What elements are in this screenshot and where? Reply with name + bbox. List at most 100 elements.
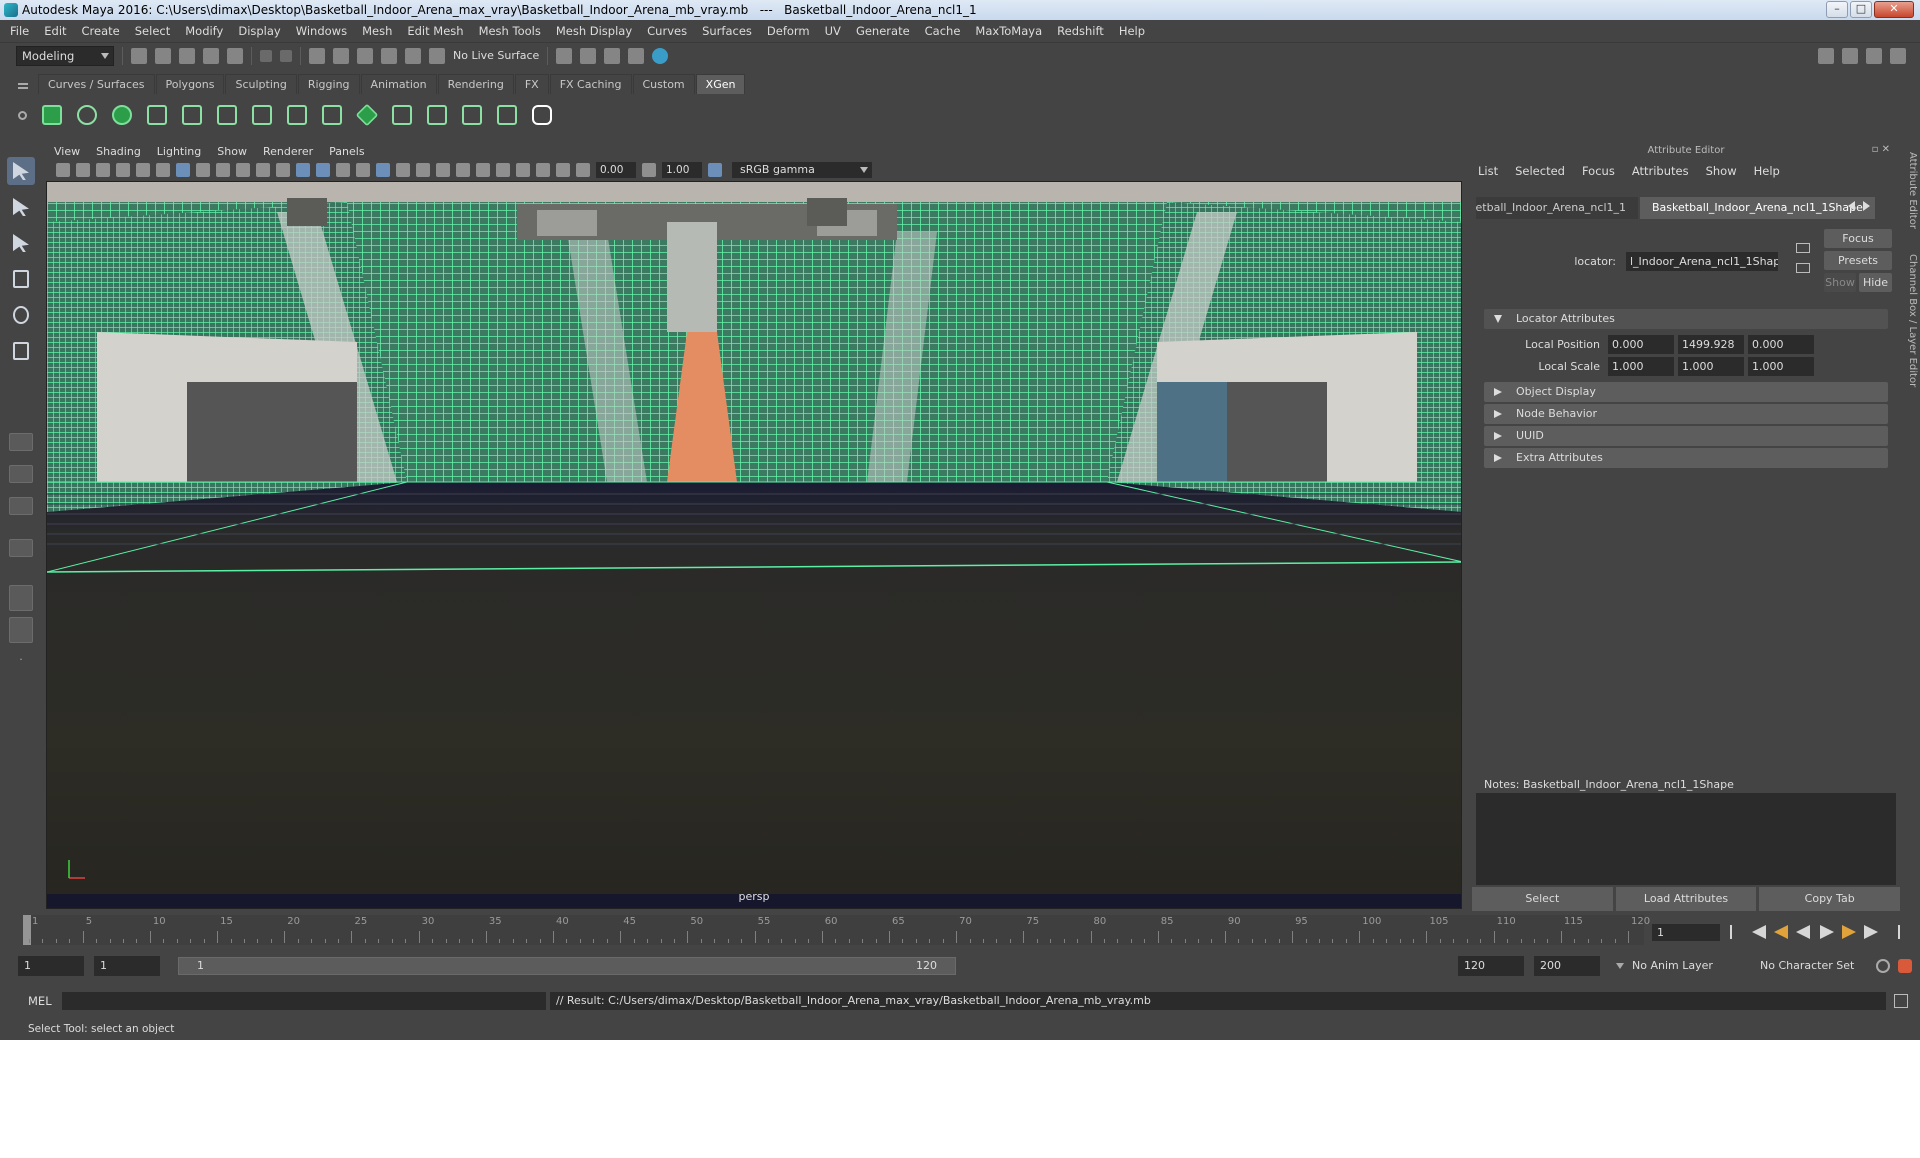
use-default-material-icon[interactable] — [336, 163, 350, 177]
float-close-icons[interactable]: ▫ ✕ — [1872, 144, 1890, 155]
render-settings-icon[interactable] — [628, 47, 645, 64]
node-name-field[interactable]: l_Indoor_Arena_ncl1_1Shape — [1626, 252, 1778, 271]
menu-help[interactable]: Help — [1119, 24, 1145, 38]
snap-curve-icon[interactable] — [333, 47, 349, 64]
section-extra-attributes[interactable]: Extra Attributes — [1484, 448, 1888, 468]
exposure-icon[interactable] — [576, 163, 590, 177]
step-forward-frame-icon[interactable] — [1864, 925, 1878, 939]
ae-menu-selected[interactable]: Selected — [1515, 164, 1565, 178]
menu-maxtomaya[interactable]: MaxToMaya — [975, 24, 1042, 38]
tool-settings-icon[interactable] — [1866, 47, 1882, 64]
gamma-field[interactable]: 1.00 — [662, 162, 702, 178]
ae-tab-transform[interactable]: Basketball_Indoor_Arena_ncl1_1 — [1476, 197, 1638, 219]
ae-load-attributes-button[interactable]: Load Attributes — [1615, 887, 1757, 911]
range-slider[interactable]: 1 120 — [178, 957, 956, 975]
xgen-layer-icon[interactable] — [353, 101, 381, 129]
make-live-icon[interactable] — [405, 47, 421, 64]
ae-menu-focus[interactable]: Focus — [1582, 164, 1615, 178]
menu-curves[interactable]: Curves — [647, 24, 687, 38]
menu-surfaces[interactable]: Surfaces — [702, 24, 752, 38]
snap-view-plane-icon[interactable] — [381, 47, 397, 64]
shelf-tab-custom[interactable]: Custom — [632, 74, 695, 94]
xgen-lock-length-icon[interactable] — [283, 101, 311, 129]
character-set-select[interactable]: No Character Set — [1754, 956, 1872, 976]
section-object-display[interactable]: Object Display — [1484, 382, 1888, 402]
menu-deform[interactable]: Deform — [767, 24, 810, 38]
lasso-tool-icon[interactable] — [7, 193, 35, 221]
animation-end-field[interactable]: 200 — [1534, 956, 1600, 976]
xgen-delete-guide-icon[interactable] — [493, 101, 521, 129]
shelf-tab-fx-caching[interactable]: FX Caching — [549, 74, 632, 94]
xgen-primitive-icon[interactable] — [73, 101, 101, 129]
menu-set-select[interactable]: Modeling — [16, 45, 114, 66]
arrow-right-icon[interactable] — [1863, 201, 1870, 211]
anim-preferences-icon[interactable] — [1898, 959, 1912, 973]
step-back-key-icon[interactable] — [1774, 925, 1788, 939]
scale-tool-icon[interactable] — [7, 337, 35, 365]
save-scene-icon[interactable] — [179, 47, 195, 64]
menu-file[interactable]: File — [10, 24, 29, 38]
anim-layer-select[interactable]: No Anim Layer — [1616, 956, 1736, 976]
xgen-description-icon[interactable] — [108, 101, 136, 129]
more-layouts-icon[interactable]: · — [9, 654, 33, 669]
ipr-render-icon[interactable] — [604, 47, 621, 64]
playback-end-field[interactable]: 120 — [1458, 956, 1524, 976]
menu-cache[interactable]: Cache — [925, 24, 961, 38]
ae-tab-shape[interactable]: Basketball_Indoor_Arena_ncl1_1Shape — [1640, 197, 1875, 219]
ae-menu-list[interactable]: List — [1478, 164, 1498, 178]
animation-start-field[interactable]: 1 — [18, 956, 84, 976]
command-input[interactable] — [62, 992, 546, 1010]
xray-icon[interactable] — [516, 163, 530, 177]
resolution-gate-icon[interactable] — [216, 163, 230, 177]
xgen-editor-icon[interactable] — [38, 101, 66, 129]
ae-select-button[interactable]: Select — [1472, 887, 1613, 911]
xgen-logo-icon[interactable] — [528, 101, 556, 129]
local-position-y[interactable]: 1499.928 — [1678, 335, 1744, 354]
menu-create[interactable]: Create — [82, 24, 120, 38]
current-frame-field[interactable]: 1 — [1652, 924, 1720, 941]
perspective-viewport[interactable]: persp — [46, 181, 1462, 909]
new-scene-icon[interactable] — [131, 47, 147, 64]
menu-mesh[interactable]: Mesh — [362, 24, 392, 38]
hypershade-icon[interactable] — [652, 47, 669, 64]
local-position-x[interactable]: 0.000 — [1608, 335, 1674, 354]
viewport-menu-renderer[interactable]: Renderer — [263, 145, 313, 158]
xgen-add-guide-icon[interactable] — [213, 101, 241, 129]
textured-icon[interactable] — [376, 163, 390, 177]
attribute-editor-toggle-icon[interactable] — [1842, 47, 1858, 64]
xgen-scale-guide-icon[interactable] — [318, 101, 346, 129]
graph-editor-layout-icon[interactable] — [9, 585, 33, 611]
single-perspective-layout-icon[interactable] — [9, 433, 33, 451]
undo-icon[interactable] — [203, 47, 219, 64]
motion-blur-icon[interactable] — [456, 163, 470, 177]
play-backwards-icon[interactable] — [1796, 925, 1810, 939]
node-input-icon[interactable] — [1796, 263, 1810, 273]
wireframe-icon[interactable] — [296, 163, 310, 177]
viewport-menu-shading[interactable]: Shading — [96, 145, 141, 158]
ae-focus-button[interactable]: Focus — [1824, 229, 1892, 248]
menu-redshift[interactable]: Redshift — [1057, 24, 1104, 38]
use-all-lights-icon[interactable] — [396, 163, 410, 177]
gamma-icon[interactable] — [642, 163, 656, 177]
command-language-label[interactable]: MEL — [28, 990, 52, 1012]
viewport-menu-view[interactable]: View — [54, 145, 80, 158]
shelf-tab-sculpting[interactable]: Sculpting — [225, 74, 297, 94]
four-view-layout-icon[interactable] — [9, 465, 33, 483]
grease-pencil-icon[interactable] — [156, 163, 170, 177]
outliner-layout-icon[interactable] — [9, 539, 33, 557]
menu-select[interactable]: Select — [135, 24, 170, 38]
menu-uv[interactable]: UV — [825, 24, 841, 38]
side-tab-channel-box[interactable]: Channel Box / Layer Editor — [1902, 254, 1918, 404]
ae-menu-attributes[interactable]: Attributes — [1632, 164, 1689, 178]
film-gate-icon[interactable] — [196, 163, 210, 177]
shelf-tab-curves-surfaces[interactable]: Curves / Surfaces — [38, 74, 155, 94]
step-forward-key-icon[interactable] — [1842, 925, 1856, 939]
render-view-icon[interactable] — [556, 47, 573, 64]
shadows-icon[interactable] — [416, 163, 430, 177]
view-transform-select[interactable]: sRGB gamma — [732, 162, 872, 178]
arrow-left-icon[interactable] — [1848, 201, 1855, 211]
camera-select-icon[interactable] — [56, 163, 70, 177]
paint-select-tool-icon[interactable] — [7, 229, 35, 257]
ae-tab-scroll[interactable] — [1848, 201, 1870, 211]
close-button[interactable]: ✕ — [1874, 1, 1914, 18]
